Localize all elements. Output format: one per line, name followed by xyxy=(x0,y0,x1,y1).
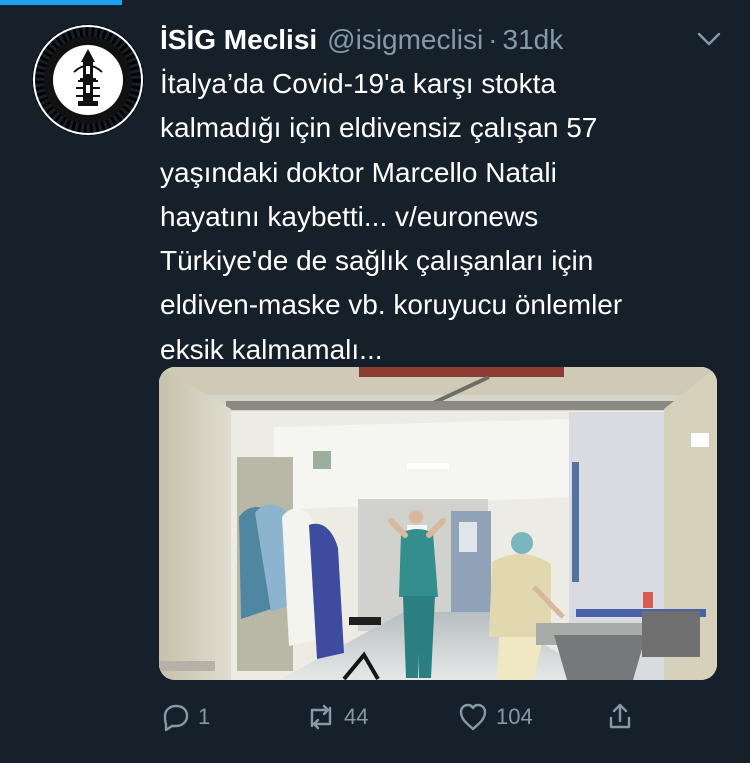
retweet-count: 44 xyxy=(344,704,369,729)
tweet-detail-screen: İSİG Meclisi @isigmeclisi · 31dk İtalya’… xyxy=(0,0,750,763)
retweet-icon xyxy=(310,704,332,730)
heart-icon xyxy=(459,703,487,731)
tweet-header: İSİG Meclisi @isigmeclisi · 31dk xyxy=(160,22,700,58)
tweet-text: İtalya’da Covid-19'a karşı stokta kalmad… xyxy=(160,68,623,365)
more-options-button[interactable] xyxy=(696,28,722,50)
author-name[interactable]: İSİG Meclisi xyxy=(160,24,317,56)
avatar[interactable] xyxy=(32,24,144,136)
isig-logo-icon xyxy=(32,24,144,136)
retweet-button[interactable]: 44 xyxy=(304,700,368,734)
tweet-media-photo[interactable] xyxy=(159,367,717,680)
hospital-photo-image xyxy=(159,367,717,680)
chevron-down-icon xyxy=(697,32,721,46)
timestamp[interactable]: 31dk xyxy=(503,24,564,56)
reply-button[interactable]: 1 xyxy=(160,700,210,734)
tweet-actions: 1 44 104 xyxy=(160,700,660,734)
share-icon xyxy=(609,703,631,729)
share-button[interactable] xyxy=(604,700,636,734)
progress-indicator xyxy=(0,0,122,5)
separator-dot: · xyxy=(488,24,498,55)
like-button[interactable]: 104 xyxy=(456,700,533,734)
reply-count: 1 xyxy=(198,704,211,729)
reply-icon xyxy=(163,704,189,732)
like-count: 104 xyxy=(496,704,533,729)
author-handle[interactable]: @isigmeclisi xyxy=(327,24,483,56)
